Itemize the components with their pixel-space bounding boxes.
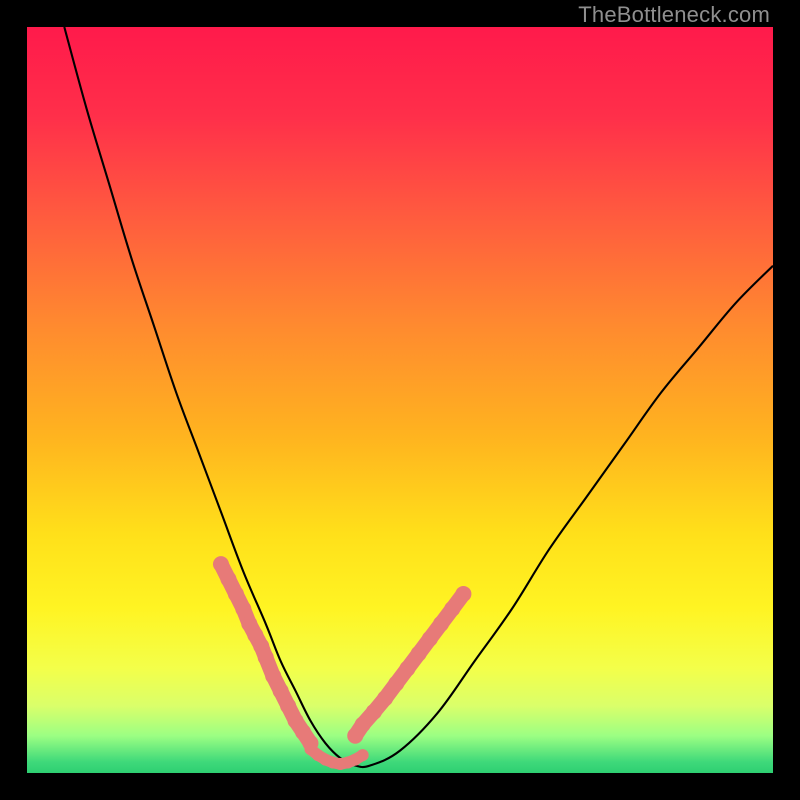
plot-area [27,27,773,773]
data-dot [265,668,281,684]
data-dot [258,649,274,665]
data-dot [422,631,438,647]
data-dot [213,556,229,572]
data-dot [377,690,393,706]
data-dot [228,586,244,602]
data-dot [455,586,471,602]
data-dot [355,717,371,733]
chart-container: TheBottleneck.com [0,0,800,800]
data-dot [357,749,369,761]
data-dot [366,704,382,720]
data-dot [235,601,251,617]
data-dots [213,556,471,770]
data-dot [444,601,460,617]
data-dot [433,616,449,632]
data-dot [273,683,289,699]
watermark-label: TheBottleneck.com [578,2,770,28]
data-dot [388,675,404,691]
data-dot [220,571,236,587]
data-dot [411,646,427,662]
data-dot [399,661,415,677]
data-dot [280,698,296,714]
chart-svg [27,27,773,773]
